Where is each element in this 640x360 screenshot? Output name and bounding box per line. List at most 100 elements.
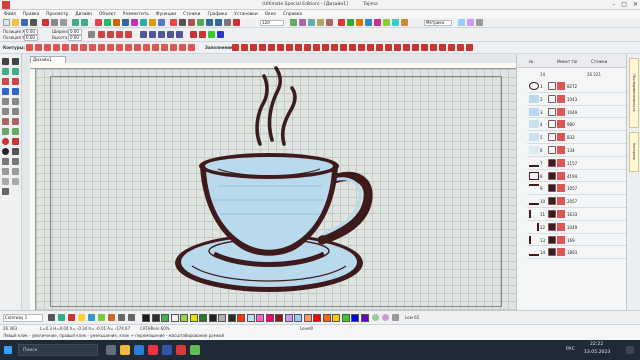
app-taskbar-icon[interactable] xyxy=(190,345,200,355)
embroidery-design[interactable] xyxy=(22,54,516,310)
print-icon[interactable] xyxy=(30,19,37,26)
color-swatch[interactable] xyxy=(313,314,321,322)
align-center-icon[interactable] xyxy=(149,31,156,38)
measure-icon[interactable] xyxy=(299,19,306,26)
add-color-icon[interactable] xyxy=(58,314,65,321)
maximize-button[interactable]: □ xyxy=(621,1,627,8)
wizard-icon[interactable] xyxy=(140,19,147,26)
grid-icon[interactable] xyxy=(179,19,186,26)
color-swatch[interactable] xyxy=(180,314,188,322)
photo-stitch-icon[interactable] xyxy=(12,158,19,165)
e-stitch-icon[interactable] xyxy=(98,44,105,51)
color-swatch[interactable] xyxy=(161,314,169,322)
fill-extra-9-icon[interactable] xyxy=(430,44,437,51)
reshape-icon[interactable] xyxy=(12,58,19,65)
fill-extra-11-icon[interactable] xyxy=(448,44,455,51)
cross-icon[interactable] xyxy=(134,44,141,51)
gradient-fill-icon[interactable] xyxy=(331,44,338,51)
list-item[interactable]: 4 980 xyxy=(527,118,627,132)
color-swatch[interactable] xyxy=(170,314,179,322)
turning-fill-icon[interactable] xyxy=(12,128,19,135)
fill-extra-2-icon[interactable] xyxy=(367,44,374,51)
motif-run-icon[interactable] xyxy=(80,44,87,51)
menu-edit[interactable]: Правка xyxy=(23,12,39,17)
list-item[interactable]: 1 8272 xyxy=(527,80,627,93)
plus-icon[interactable] xyxy=(118,314,125,321)
color-swatch[interactable] xyxy=(218,314,226,322)
zoom-tool-icon[interactable] xyxy=(12,168,19,175)
tab-control[interactable]: Контроль xyxy=(629,132,639,172)
color-checkbox[interactable] xyxy=(548,184,556,193)
fill-extra-5-icon[interactable] xyxy=(394,44,401,51)
color-swatch[interactable] xyxy=(189,314,198,322)
save-icon[interactable] xyxy=(21,19,28,26)
color-wheel-icon[interactable] xyxy=(2,148,9,155)
color-checkbox[interactable] xyxy=(548,248,556,257)
notifications-icon[interactable] xyxy=(626,346,634,354)
text-icon[interactable] xyxy=(2,88,9,95)
polygon-icon[interactable] xyxy=(2,108,9,115)
color-checkbox[interactable] xyxy=(548,171,556,180)
paste-icon[interactable] xyxy=(60,19,67,26)
spiral-fill-icon[interactable] xyxy=(268,44,275,51)
stitch-insert-icon[interactable] xyxy=(12,178,19,185)
simulate-icon[interactable] xyxy=(326,19,333,26)
programmable-fill-icon[interactable] xyxy=(286,44,293,51)
menu-file[interactable]: Файл xyxy=(4,12,16,17)
color-checkbox[interactable] xyxy=(548,209,556,218)
task-view-icon[interactable] xyxy=(106,345,116,355)
outline-extra-4-icon[interactable] xyxy=(188,44,195,51)
ellipse-icon[interactable] xyxy=(12,98,19,105)
stemstitch-icon[interactable] xyxy=(53,44,60,51)
color-swatch[interactable] xyxy=(275,314,283,322)
list-item[interactable]: 13 169 xyxy=(527,234,627,247)
color-checkbox[interactable] xyxy=(548,235,556,244)
mirror-icon[interactable] xyxy=(392,19,399,26)
thread-icon[interactable] xyxy=(113,19,120,26)
outline-extra-1-icon[interactable] xyxy=(161,44,168,51)
clock-date[interactable]: 13.05.2023 xyxy=(584,350,610,355)
sculpture-run-icon[interactable] xyxy=(152,44,159,51)
sequin-icon[interactable] xyxy=(349,44,356,51)
units-select[interactable]: Метрика xyxy=(424,20,452,26)
undo-icon[interactable] xyxy=(72,19,79,26)
clock-time[interactable]: 22:22 xyxy=(590,342,603,347)
menu-design[interactable]: Дизайн xyxy=(75,12,92,17)
wave-fill-icon[interactable] xyxy=(295,44,302,51)
applique-icon[interactable] xyxy=(347,19,354,26)
column-b-icon[interactable] xyxy=(12,118,19,125)
color-checkbox[interactable] xyxy=(548,94,556,103)
color-swatch[interactable] xyxy=(237,314,245,322)
stitch-type-icon[interactable] xyxy=(95,19,102,26)
candlewick-icon[interactable] xyxy=(116,44,123,51)
tatami-fill-icon[interactable] xyxy=(241,44,248,51)
color-swatch[interactable] xyxy=(256,314,264,322)
color-swatch[interactable] xyxy=(284,314,293,322)
trapunto-icon[interactable] xyxy=(322,44,329,51)
hoop-icon[interactable] xyxy=(170,19,177,26)
color-swatch[interactable] xyxy=(227,314,236,322)
hand-icon[interactable] xyxy=(2,168,9,175)
list-item[interactable]: 9 1057 xyxy=(527,182,627,196)
align-top-icon[interactable] xyxy=(167,31,174,38)
backstitch-icon[interactable] xyxy=(44,44,51,51)
chrome-icon[interactable] xyxy=(148,345,158,355)
lock-icon[interactable] xyxy=(208,31,215,38)
palette-icon[interactable] xyxy=(78,314,85,321)
align-bottom-icon[interactable] xyxy=(176,31,183,38)
redo-icon[interactable] xyxy=(81,19,88,26)
monogram-icon[interactable] xyxy=(158,19,165,26)
triple-run-icon[interactable] xyxy=(35,44,42,51)
stitch-pattern-4-icon[interactable] xyxy=(125,31,132,38)
color-swatch[interactable] xyxy=(142,314,150,322)
menu-stitches[interactable]: Стежки xyxy=(183,12,200,17)
open-folder-icon[interactable] xyxy=(12,19,19,26)
break-apart-icon[interactable] xyxy=(365,19,372,26)
color-swatch[interactable] xyxy=(265,314,274,322)
list-item[interactable]: 10 2057 xyxy=(527,195,627,208)
zoom-in-icon[interactable] xyxy=(206,19,213,26)
color-checkbox[interactable] xyxy=(548,222,556,231)
list-item[interactable]: 7 1157 xyxy=(527,157,627,170)
show-stitches-icon[interactable] xyxy=(197,19,204,26)
copy-icon[interactable] xyxy=(51,19,58,26)
